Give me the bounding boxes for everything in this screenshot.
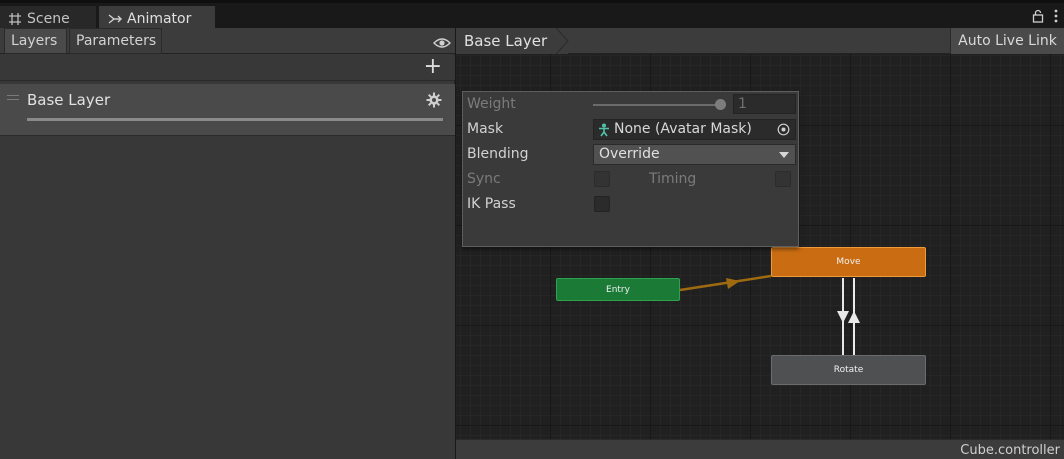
layer-weight-bar	[27, 118, 443, 121]
tab-parameters[interactable]: Parameters	[69, 28, 162, 54]
state-move[interactable]: Move	[771, 247, 926, 277]
breadcrumb-arrow-icon	[556, 28, 569, 54]
blending-dropdown[interactable]: Override	[593, 144, 796, 165]
tab-layers[interactable]: Layers	[4, 28, 67, 54]
sync-checkbox[interactable]	[594, 171, 610, 187]
eye-icon[interactable]	[433, 34, 451, 53]
controller-name: Cube.controller	[960, 443, 1060, 458]
tab-animator-label: Animator	[127, 10, 192, 27]
breadcrumb[interactable]: Base Layer	[456, 28, 568, 54]
add-layer-button[interactable]: +	[424, 56, 442, 78]
auto-live-link-button[interactable]: Auto Live Link	[950, 28, 1064, 54]
sync-label: Sync	[467, 171, 501, 187]
drag-handle-icon[interactable]	[7, 95, 19, 100]
kebab-menu-icon[interactable]	[1054, 8, 1058, 27]
transition-arrow-icon	[837, 311, 849, 323]
weight-slider-handle[interactable]	[715, 99, 726, 110]
timing-checkbox[interactable]	[775, 171, 791, 187]
grid-icon	[8, 12, 22, 26]
blending-label: Blending	[467, 146, 529, 162]
editor-tab-bar: Scene Animator	[0, 0, 1064, 31]
lock-icon[interactable]	[1032, 8, 1044, 27]
tab-scene-label: Scene	[27, 10, 70, 27]
layer-toolbar: +	[0, 55, 455, 81]
status-bar: Cube.controller	[456, 439, 1064, 459]
panel-subtabs: Layers Parameters	[0, 28, 455, 54]
avatar-mask-icon	[599, 123, 609, 137]
layer-name: Base Layer	[27, 91, 111, 109]
object-picker-icon[interactable]	[777, 123, 790, 136]
gear-icon[interactable]	[426, 92, 442, 112]
graph-toolbar: Base Layer Auto Live Link	[456, 28, 1064, 54]
weight-slider[interactable]	[593, 104, 721, 106]
state-rotate[interactable]: Rotate	[771, 355, 926, 385]
weight-field[interactable]: 1	[733, 94, 796, 114]
timing-label: Timing	[649, 171, 697, 187]
mask-label: Mask	[467, 121, 504, 137]
animator-icon	[108, 12, 122, 26]
state-entry[interactable]: Entry	[556, 278, 680, 301]
chevron-down-icon	[779, 152, 789, 158]
entry-to-move-transition[interactable]	[679, 274, 772, 292]
state-machine-graph[interactable]: Base Layer Auto Live Link Entry Move Rot…	[456, 28, 1064, 459]
ik-pass-checkbox[interactable]	[594, 196, 610, 212]
mask-value: None (Avatar Mask)	[614, 121, 752, 137]
layers-list-empty-area	[0, 136, 455, 459]
weight-label: Weight	[467, 96, 516, 112]
layers-panel: Layers Parameters + Base Layer	[0, 28, 455, 459]
layer-settings-popup: Weight 1 Mask None (Avatar Mask) Blendin…	[462, 91, 799, 247]
mask-field[interactable]: None (Avatar Mask)	[593, 119, 796, 140]
layer-item-base-layer[interactable]: Base Layer	[0, 84, 455, 136]
transition-arrow-icon	[848, 311, 860, 323]
blending-value: Override	[599, 146, 660, 162]
window-tools	[1032, 8, 1058, 27]
ik-pass-label: IK Pass	[467, 196, 516, 212]
transition-arrow-icon	[726, 278, 740, 289]
